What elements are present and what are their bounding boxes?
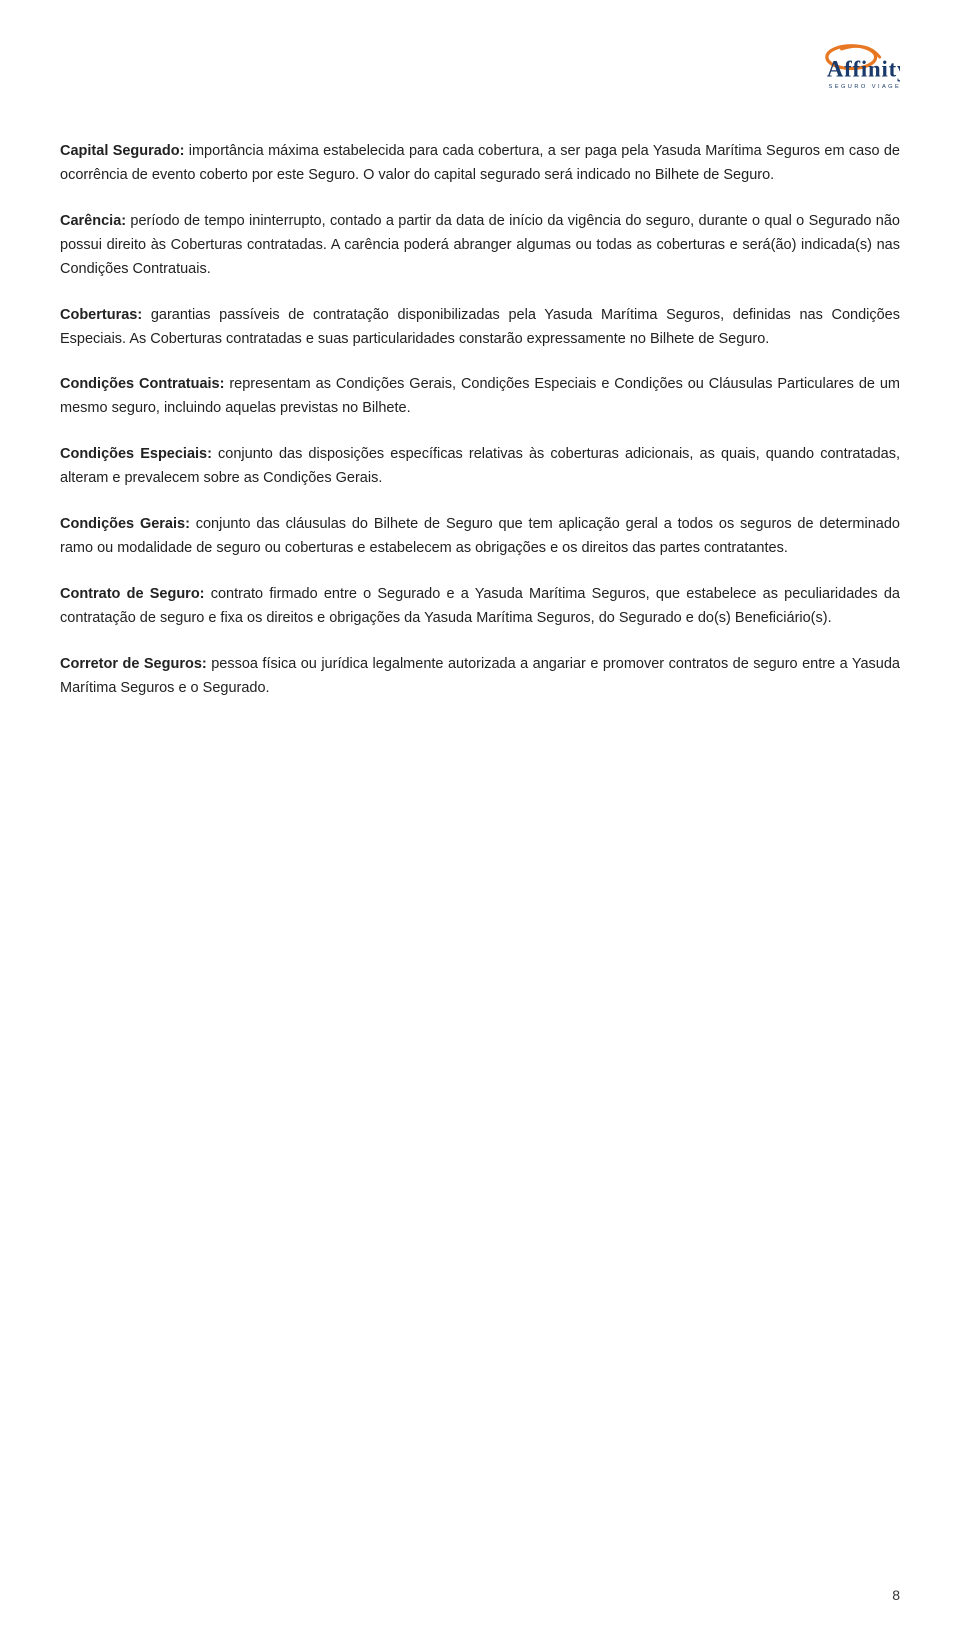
logo-area: Affinity SEGURO VIAGEM — [60, 40, 900, 110]
term-condicoes-gerais: Condições Gerais: — [60, 516, 190, 532]
paragraph-coberturas: Coberturas: garantias passíveis de contr… — [60, 304, 900, 352]
page-container: Affinity SEGURO VIAGEM Capital Segurado:… — [0, 0, 960, 1631]
paragraph-condicoes-especiais: Condições Especiais: conjunto das dispos… — [60, 443, 900, 491]
page-number: 8 — [892, 1587, 900, 1603]
paragraph-carencia: Carência: período de tempo ininterrupto,… — [60, 210, 900, 282]
text-coberturas: garantias passíveis de contratação dispo… — [60, 307, 900, 347]
term-condicoes-especiais: Condições Especiais: — [60, 446, 212, 462]
svg-text:SEGURO VIAGEM: SEGURO VIAGEM — [829, 84, 901, 90]
term-coberturas: Coberturas: — [60, 307, 142, 323]
term-contrato-de-seguro: Contrato de Seguro: — [60, 586, 205, 602]
content-area: Capital Segurado: importância máxima est… — [60, 140, 900, 701]
svg-text:Affinity: Affinity — [827, 57, 900, 82]
paragraph-capital-segurado: Capital Segurado: importância máxima est… — [60, 140, 900, 188]
paragraph-condicoes-gerais: Condições Gerais: conjunto das cláusulas… — [60, 513, 900, 561]
paragraph-corretor-de-seguros: Corretor de Seguros: pessoa física ou ju… — [60, 653, 900, 701]
paragraph-condicoes-contratuais: Condições Contratuais: representam as Co… — [60, 373, 900, 421]
text-capital-segurado: importância máxima estabelecida para cad… — [60, 143, 900, 183]
term-capital-segurado: Capital Segurado: — [60, 143, 184, 159]
term-carencia: Carência: — [60, 213, 126, 229]
paragraph-contrato-de-seguro: Contrato de Seguro: contrato firmado ent… — [60, 583, 900, 631]
affinity-logo: Affinity SEGURO VIAGEM — [770, 40, 900, 110]
term-condicoes-contratuais: Condições Contratuais: — [60, 376, 224, 392]
term-corretor-de-seguros: Corretor de Seguros: — [60, 656, 207, 672]
text-carencia: período de tempo ininterrupto, contado a… — [60, 213, 900, 277]
